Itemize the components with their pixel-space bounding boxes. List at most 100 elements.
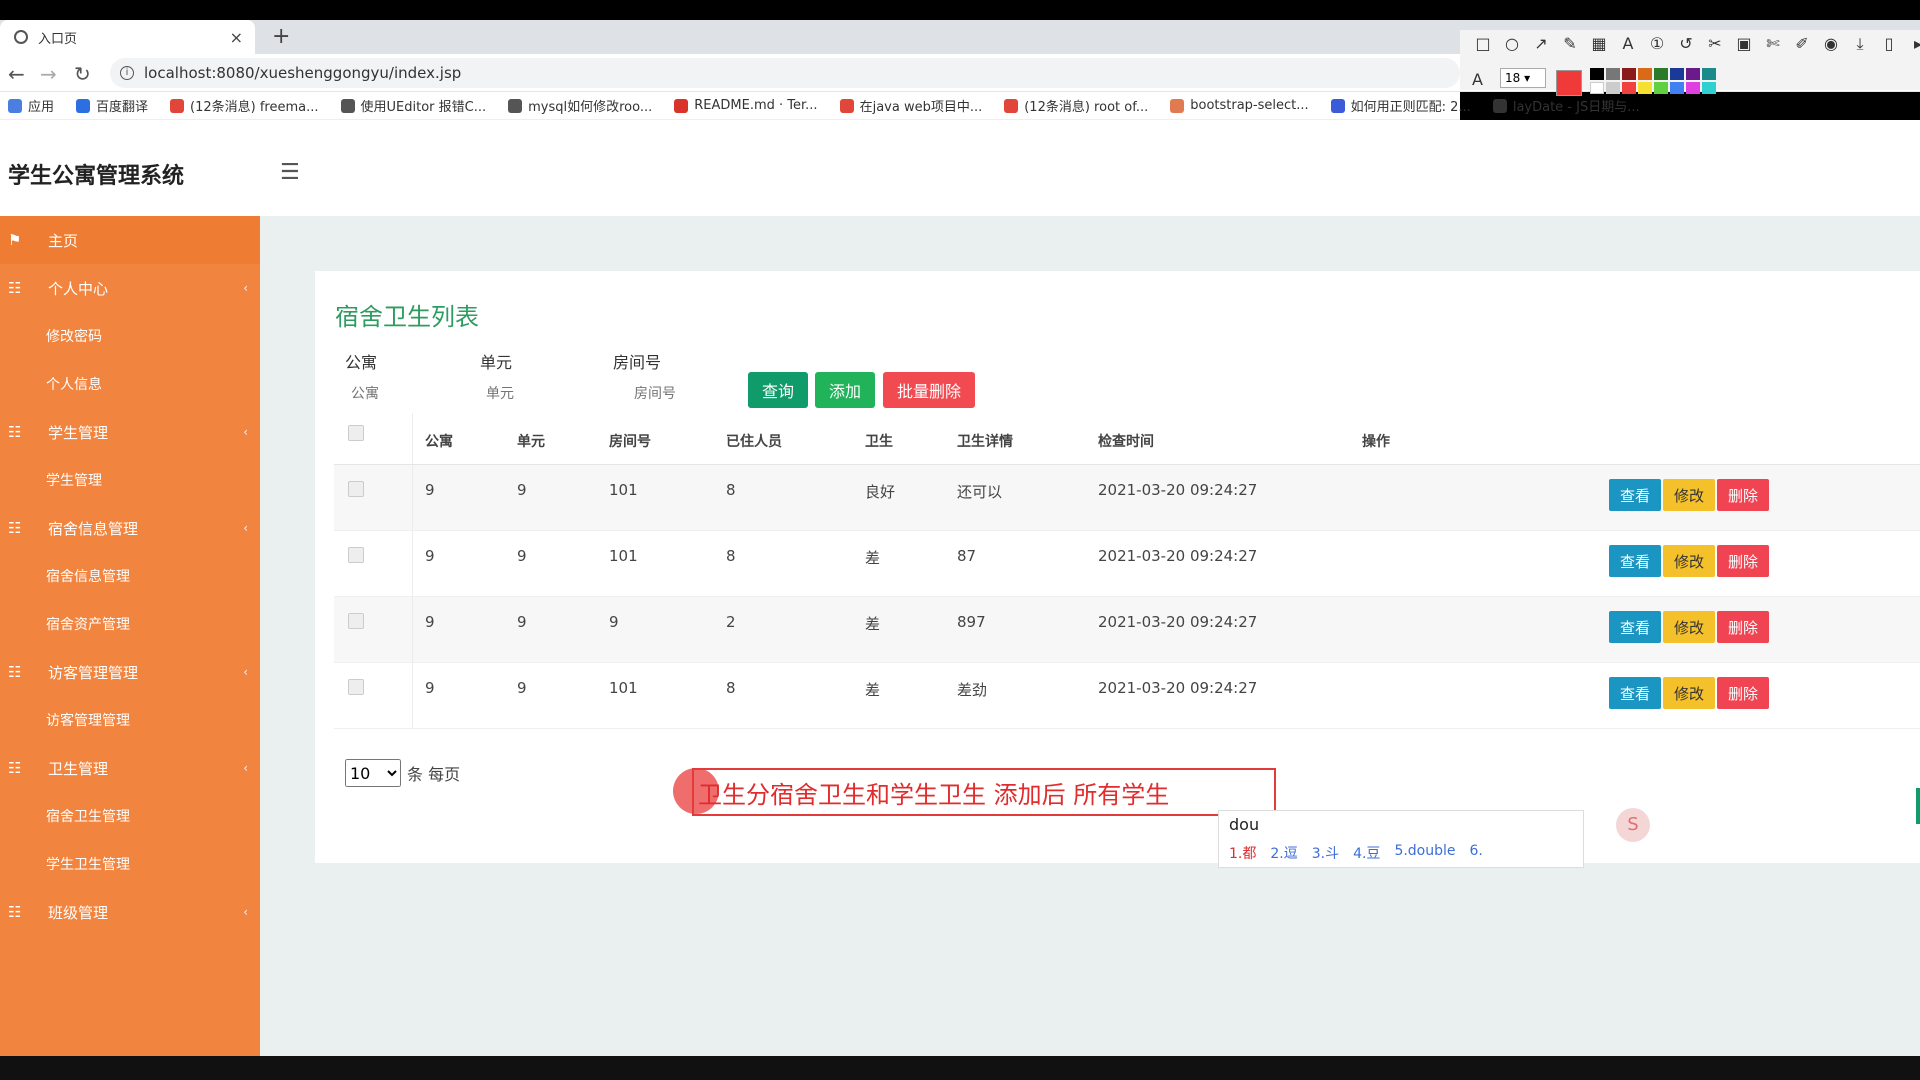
select-all-checkbox[interactable] [348, 425, 364, 441]
tab-close-icon[interactable]: × [230, 28, 243, 47]
swatch[interactable] [1654, 82, 1668, 94]
ime-candidate[interactable]: 2.逗 [1270, 843, 1297, 863]
ime-candidate[interactable]: 3.斗 [1312, 843, 1339, 863]
bookmark-item[interactable]: 百度翻译 [76, 96, 148, 115]
sidebar-subitem[interactable]: 宿舍卫生管理 [0, 792, 260, 840]
ime-candidate[interactable]: 5.double [1394, 843, 1455, 863]
brush-icon[interactable]: ✐ [1793, 34, 1811, 54]
delete-button[interactable]: 删除 [1717, 545, 1769, 577]
undo-icon[interactable]: ↺ [1677, 34, 1695, 54]
arrow-tool-icon[interactable]: ↗ [1532, 34, 1550, 54]
bookmark-item[interactable]: 应用 [8, 96, 54, 115]
sidebar-subitem[interactable]: 宿舍资产管理 [0, 600, 260, 648]
sidebar-subitem[interactable]: 个人信息 [0, 360, 260, 408]
page-size-select[interactable]: 10 [345, 759, 401, 787]
annotation-text-box[interactable]: 卫生分宿舍卫生和学生卫生 添加后 所有学生 [692, 768, 1276, 816]
swatch[interactable] [1702, 68, 1716, 80]
swatch[interactable] [1702, 82, 1716, 94]
delete-button[interactable]: 删除 [1717, 479, 1769, 511]
ime-candidate[interactable]: 6. [1470, 843, 1483, 863]
record-icon[interactable]: ◉ [1822, 34, 1840, 54]
sidebar-group[interactable]: ☷ 个人中心 ‹ [0, 264, 260, 312]
hamburger-menu-icon[interactable]: ☰ [280, 160, 300, 185]
edit-button[interactable]: 修改 [1663, 611, 1715, 643]
pen-tool-icon[interactable]: ✎ [1561, 34, 1579, 54]
swatch[interactable] [1590, 68, 1604, 80]
ime-candidate[interactable]: 4.豆 [1353, 843, 1380, 863]
view-button[interactable]: 查看 [1609, 677, 1661, 709]
current-color-swatch[interactable] [1556, 70, 1582, 96]
swatch[interactable] [1606, 82, 1620, 94]
view-button[interactable]: 查看 [1609, 611, 1661, 643]
sidebar-subitem[interactable]: 宿舍信息管理 [0, 552, 260, 600]
bookmark-item[interactable]: layDate - JS日期与... [1492, 96, 1640, 115]
rectangle-tool-icon[interactable]: □ [1474, 34, 1492, 54]
scissors-icon[interactable]: ✄ [1764, 34, 1782, 54]
delete-button[interactable]: 删除 [1717, 677, 1769, 709]
address-bar[interactable]: i localhost:8080/xueshenggongyu/index.js… [110, 58, 1460, 88]
bookmark-item[interactable]: (12条消息) root of... [1004, 96, 1148, 115]
add-button[interactable]: 添加 [815, 372, 875, 408]
text-tool-icon[interactable]: A [1619, 34, 1637, 54]
view-button[interactable]: 查看 [1609, 479, 1661, 511]
swatch[interactable] [1638, 82, 1652, 94]
swatch[interactable] [1590, 82, 1604, 94]
swatch[interactable] [1622, 82, 1636, 94]
view-button[interactable]: 查看 [1609, 545, 1661, 577]
sidebar-subitem[interactable]: 修改密码 [0, 312, 260, 360]
sidebar-group[interactable]: ☷ 卫生管理 ‹ [0, 744, 260, 792]
swatch[interactable] [1606, 68, 1620, 80]
translate-icon[interactable]: ▣ [1735, 34, 1753, 54]
ime-candidate[interactable]: 1.都 [1229, 843, 1256, 863]
edit-button[interactable]: 修改 [1663, 479, 1715, 511]
apartment-input[interactable] [345, 379, 455, 409]
bookmark-item[interactable]: bootstrap-select... [1170, 98, 1309, 113]
swatch[interactable] [1670, 82, 1684, 94]
swatch[interactable] [1670, 68, 1684, 80]
new-tab-icon[interactable]: + [272, 24, 290, 49]
room-input[interactable] [628, 379, 738, 409]
bookmark-item[interactable]: README.md · Ter... [674, 98, 818, 113]
download-icon[interactable]: ⤓ [1851, 34, 1869, 54]
site-info-icon[interactable]: i [120, 66, 134, 80]
swatch[interactable] [1686, 82, 1700, 94]
font-size-select[interactable]: 18 ▾ [1500, 68, 1546, 88]
row-checkbox[interactable] [348, 679, 364, 695]
bookmark-item[interactable]: (12条消息) freema... [170, 96, 319, 115]
bookmark-item[interactable]: 如何用正则匹配: 2... [1330, 96, 1471, 115]
sidebar-subitem[interactable]: 学生卫生管理 [0, 840, 260, 888]
more-icon[interactable]: ▸ [1909, 34, 1920, 54]
sidebar-subitem[interactable]: 访客管理管理 [0, 696, 260, 744]
pin-icon[interactable]: ✂ [1706, 34, 1724, 54]
delete-button[interactable]: 删除 [1717, 611, 1769, 643]
edit-button[interactable]: 修改 [1663, 545, 1715, 577]
sidebar-group[interactable]: ☷ 学生管理 ‹ [0, 408, 260, 456]
swatch[interactable] [1638, 68, 1652, 80]
row-checkbox[interactable] [348, 547, 364, 563]
sidebar-group[interactable]: ☷ 班级管理 ‹ [0, 888, 260, 936]
sidebar-item-home[interactable]: ⚑ 主页 [0, 216, 260, 264]
row-checkbox[interactable] [348, 613, 364, 629]
reload-icon[interactable]: ↻ [74, 62, 91, 86]
sidebar-subitem[interactable]: 学生管理 [0, 456, 260, 504]
browser-tab[interactable]: 入口页 × [0, 20, 255, 54]
bulk-delete-button[interactable]: 批量删除 [883, 372, 975, 408]
unit-input[interactable] [480, 379, 590, 409]
mosaic-tool-icon[interactable]: ▦ [1590, 34, 1608, 54]
forward-arrow-icon[interactable]: → [40, 62, 57, 86]
bookmark-item[interactable]: mysql如何修改roo... [508, 96, 652, 115]
sidebar-group[interactable]: ☷ 宿舍信息管理 ‹ [0, 504, 260, 552]
bookmark-item[interactable]: 使用UEditor 报错C... [340, 96, 486, 115]
query-button[interactable]: 查询 [748, 372, 808, 408]
row-checkbox[interactable] [348, 481, 364, 497]
ellipse-tool-icon[interactable]: ○ [1503, 34, 1521, 54]
swatch[interactable] [1654, 68, 1668, 80]
edit-button[interactable]: 修改 [1663, 677, 1715, 709]
swatch[interactable] [1686, 68, 1700, 80]
bookmark-item[interactable]: 在java web项目中... [839, 96, 982, 115]
back-arrow-icon[interactable]: ← [8, 62, 25, 86]
swatch[interactable] [1622, 68, 1636, 80]
save-icon[interactable]: ▯ [1880, 34, 1898, 54]
sidebar-group[interactable]: ☷ 访客管理管理 ‹ [0, 648, 260, 696]
number-tool-icon[interactable]: ① [1648, 34, 1666, 54]
